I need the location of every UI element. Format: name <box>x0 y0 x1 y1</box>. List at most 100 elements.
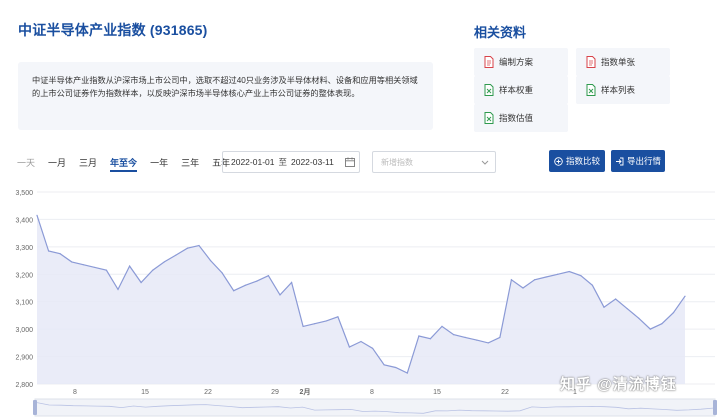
export-quotes-label: 导出行情 <box>626 156 661 166</box>
data-point <box>591 284 594 286</box>
add-index-select[interactable]: 新增指数 <box>372 151 496 173</box>
export-icon <box>615 157 624 165</box>
data-point <box>672 312 675 314</box>
data-point <box>36 214 38 216</box>
data-point <box>314 323 316 325</box>
y-tick-label: 3,000 <box>15 327 33 334</box>
data-point <box>441 325 443 327</box>
tab-ytd[interactable]: 年至今 <box>110 156 138 172</box>
resource-constituent-list[interactable]: 样本列表 <box>576 76 670 104</box>
x-tick-label: 22 <box>204 389 212 396</box>
tab-three-years[interactable]: 三年 <box>181 156 199 172</box>
slider-handle-left <box>33 400 37 415</box>
page-title: 中证半导体产业指数 (931865) <box>18 22 208 38</box>
data-point <box>476 339 478 341</box>
tab-one-day[interactable]: 一天 <box>17 156 35 172</box>
resource-label: 样本权重 <box>499 85 534 95</box>
resource-constituent-weights[interactable]: 样本权重 <box>474 76 568 104</box>
watermark: 知乎 @清流博钰 <box>560 376 677 393</box>
chevron-down-icon <box>481 159 489 168</box>
data-point <box>163 261 165 263</box>
data-point <box>684 295 686 297</box>
data-point <box>371 347 374 349</box>
y-tick-label: 3,100 <box>15 300 33 307</box>
data-point <box>152 269 154 271</box>
data-point <box>82 264 84 266</box>
data-point <box>510 279 513 281</box>
data-point <box>59 253 61 255</box>
resource-index-valuation[interactable]: 指数估值 <box>474 104 568 132</box>
description-text: 中证半导体产业指数从沪深市场上市公司中，选取不超过40只业务涉及半导体材料、设备… <box>32 76 418 98</box>
data-point <box>302 325 304 327</box>
description-box: 中证半导体产业指数从沪深市场上市公司中，选取不超过40只业务涉及半导体材料、设备… <box>18 62 433 130</box>
y-tick-label: 3,200 <box>15 272 33 279</box>
pdf-icon <box>586 56 596 68</box>
x-tick-label: 15 <box>141 389 149 396</box>
y-tick-label: 3,400 <box>15 217 33 224</box>
data-point <box>580 275 582 277</box>
resource-index-sheet[interactable]: 指数单张 <box>576 48 670 76</box>
data-point <box>128 265 131 267</box>
resource-label: 指数单张 <box>601 57 636 67</box>
data-point <box>626 307 628 310</box>
data-point <box>661 323 663 325</box>
resource-compilation-plan[interactable]: 编制方案 <box>474 48 568 76</box>
x-tick-label: 8 <box>370 389 374 396</box>
data-point <box>198 244 200 247</box>
date-range-picker[interactable]: 2022-01-01 至 2022-03-11 <box>222 151 360 173</box>
data-point <box>406 372 408 374</box>
x-tick-label: 22 <box>501 389 509 396</box>
data-point <box>533 279 536 281</box>
data-point <box>568 270 570 273</box>
data-point <box>71 261 73 263</box>
data-point <box>649 328 651 330</box>
data-point <box>186 247 189 249</box>
tab-three-months[interactable]: 三月 <box>79 156 97 172</box>
pdf-icon <box>484 56 494 68</box>
y-tick-label: 3,500 <box>15 190 33 197</box>
data-point <box>383 364 385 366</box>
data-point <box>47 250 50 252</box>
y-tick-label: 2,800 <box>15 382 33 389</box>
data-point <box>221 272 223 274</box>
tab-one-month[interactable]: 一月 <box>48 156 66 172</box>
resources-title: 相关资料 <box>474 25 527 40</box>
data-point <box>325 320 327 322</box>
resource-label: 指数估值 <box>499 113 534 123</box>
export-quotes-button[interactable]: 导出行情 <box>611 150 665 172</box>
slider-handle-right <box>713 400 717 415</box>
data-point <box>94 266 96 269</box>
plus-circle-icon <box>554 156 563 166</box>
data-point <box>105 269 108 271</box>
tab-one-year[interactable]: 一年 <box>150 156 168 172</box>
data-point <box>348 346 351 348</box>
data-point <box>360 340 362 343</box>
data-point <box>244 284 246 286</box>
data-point <box>267 275 270 277</box>
index-compare-button[interactable]: 指数比较 <box>549 150 605 172</box>
excel-icon <box>484 84 494 96</box>
data-point <box>117 288 119 290</box>
data-point <box>209 259 212 262</box>
date-start: 2022-01-01 <box>231 157 275 167</box>
data-point <box>545 276 547 278</box>
data-point <box>499 336 501 338</box>
data-point <box>603 306 605 308</box>
date-end: 2022-03-11 <box>291 157 334 167</box>
data-point <box>487 342 489 344</box>
x-tick-label: 2月 <box>300 388 311 396</box>
data-point <box>175 254 177 256</box>
resource-label: 编制方案 <box>499 57 534 67</box>
data-point <box>279 294 281 296</box>
data-point <box>429 338 432 340</box>
x-tick-label: 29 <box>271 389 279 396</box>
x-tick-label: 15 <box>433 389 441 396</box>
date-separator: 至 <box>278 157 287 167</box>
data-point <box>464 336 466 338</box>
x-tick-label: 8 <box>73 389 77 396</box>
data-point <box>418 335 420 337</box>
y-tick-label: 2,900 <box>15 355 33 362</box>
resource-label: 样本列表 <box>601 85 636 95</box>
data-point <box>638 317 640 319</box>
data-point <box>557 273 559 275</box>
